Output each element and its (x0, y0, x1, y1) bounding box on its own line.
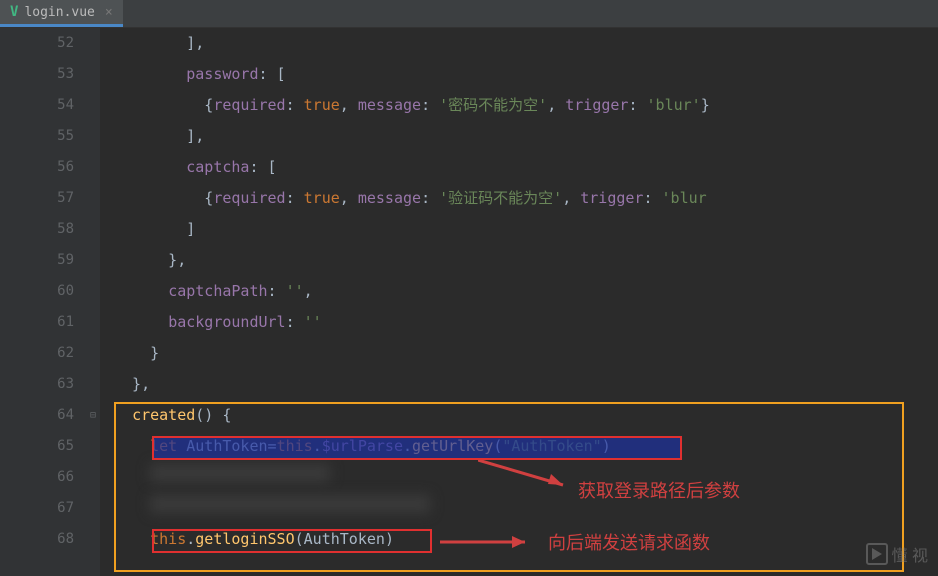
line-number: 64⊟ (0, 400, 74, 431)
line-number: 63 (0, 369, 74, 400)
code-line: } (114, 338, 938, 369)
tab-bar: V login.vue × (0, 0, 938, 28)
code-line (114, 493, 938, 524)
vue-icon: V (10, 4, 18, 20)
code-line (114, 462, 938, 493)
watermark-text: 懂 视 (892, 542, 928, 566)
code-line: }, (114, 369, 938, 400)
code-line: this.getloginSSO(AuthToken) (114, 524, 938, 555)
line-number: 67 (0, 493, 74, 524)
code-line: ] (114, 214, 938, 245)
line-number: 54 (0, 90, 74, 121)
file-tab[interactable]: V login.vue × (0, 0, 123, 27)
watermark-icon (866, 543, 888, 565)
line-number: 62 (0, 338, 74, 369)
code-line: captcha: [ (114, 152, 938, 183)
line-number: 55 (0, 121, 74, 152)
code-area[interactable]: ], password: [ {required: true, message:… (100, 28, 938, 576)
line-number: 68 (0, 524, 74, 555)
line-number: 61 (0, 307, 74, 338)
watermark: 懂 视 (866, 542, 928, 566)
code-line: created() { (114, 400, 938, 431)
line-number: 59 (0, 245, 74, 276)
code-line: password: [ (114, 59, 938, 90)
code-line: ], (114, 28, 938, 59)
line-gutter: 52 53 54 55 56 57 58 59 60 61 62 63 64⊟ … (0, 28, 100, 576)
code-line: captchaPath: '', (114, 276, 938, 307)
code-line: }, (114, 245, 938, 276)
code-line: backgroundUrl: '' (114, 307, 938, 338)
line-number: 56 (0, 152, 74, 183)
line-number: 66 (0, 462, 74, 493)
code-line: {required: true, message: '密码不能为空', trig… (114, 90, 938, 121)
fold-icon[interactable]: ⊟ (90, 400, 96, 431)
line-number: 53 (0, 59, 74, 90)
line-number: 58 (0, 214, 74, 245)
code-line: {required: true, message: '验证码不能为空', tri… (114, 183, 938, 214)
line-number: 60 (0, 276, 74, 307)
tab-filename: login.vue (24, 5, 94, 20)
code-line: ], (114, 121, 938, 152)
code-line: let AuthToken=this.$urlParse.getUrlKey("… (114, 431, 938, 462)
line-number: 65 (0, 431, 74, 462)
close-icon[interactable]: × (105, 5, 113, 20)
line-number: 52 (0, 28, 74, 59)
editor-pane: 52 53 54 55 56 57 58 59 60 61 62 63 64⊟ … (0, 28, 938, 576)
line-number: 57 (0, 183, 74, 214)
